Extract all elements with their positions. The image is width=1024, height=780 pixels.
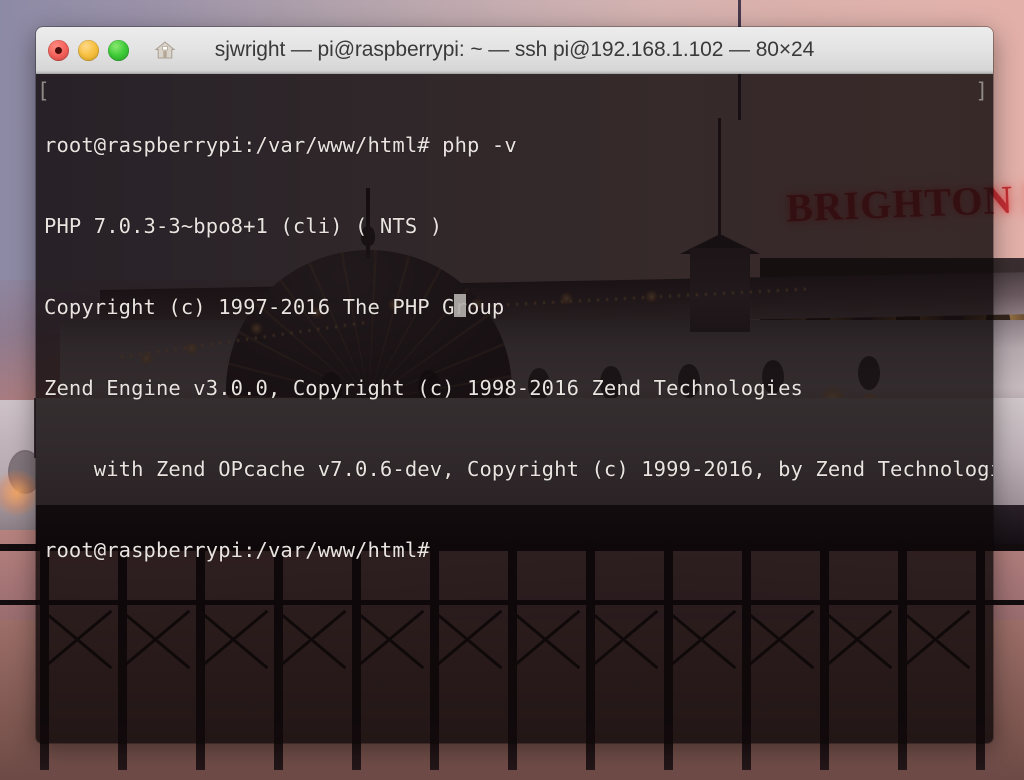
- terminal-line: with Zend OPcache v7.0.6-dev, Copyright …: [44, 457, 993, 481]
- terminal-line: root@raspberrypi:/var/www/html# php -v: [44, 133, 517, 157]
- window-title: sjwright — pi@raspberrypi: ~ — ssh pi@19…: [214, 38, 815, 61]
- window-titlebar[interactable]: sjwright — pi@raspberrypi: ~ — ssh pi@19…: [36, 27, 993, 74]
- minimize-button[interactable]: [78, 39, 99, 61]
- terminal-cursor: [454, 294, 466, 317]
- terminal-line: Copyright (c) 1997-2016 The PHP Group: [44, 295, 505, 319]
- terminal-body[interactable]: [ ] root@raspberrypi:/var/www/html# php …: [36, 74, 993, 743]
- terminal-line: PHP 7.0.3-3~bpo8+1 (cli) ( NTS ): [44, 214, 443, 238]
- terminal-line: root@raspberrypi:/var/www/html#: [44, 538, 443, 562]
- terminal-window[interactable]: sjwright — pi@raspberrypi: ~ — ssh pi@19…: [36, 27, 993, 743]
- close-icon: [55, 46, 62, 54]
- zoom-button[interactable]: [108, 39, 129, 61]
- terminal-line: Zend Engine v3.0.0, Copyright (c) 1998-2…: [44, 376, 803, 400]
- home-icon[interactable]: [153, 38, 177, 62]
- close-button[interactable]: [48, 39, 69, 61]
- terminal-output: root@raspberrypi:/var/www/html# php -v P…: [44, 78, 993, 618]
- window-controls: [36, 38, 177, 62]
